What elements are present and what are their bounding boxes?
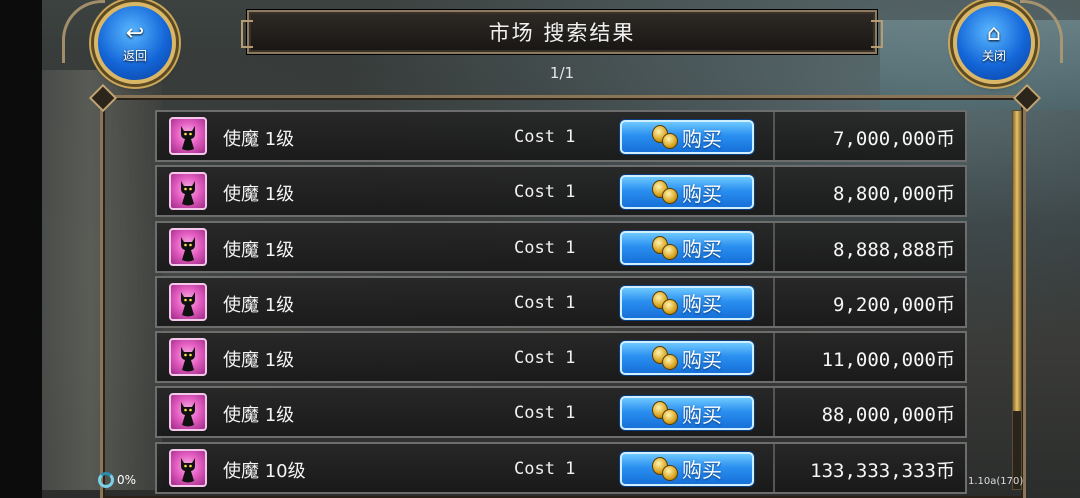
buy-button[interactable]: 购买 [620,285,754,320]
buy-button-label: 购买 [682,292,722,317]
buy-button[interactable]: 购买 [620,120,754,154]
item-cost: Cost 1 [514,182,576,203]
price-cell: 8,888,888币 [773,222,967,271]
scrollbar[interactable] [1012,110,1022,490]
item-name: 使魔 1级 [223,294,295,316]
item-name: 使魔 1级 [223,405,295,427]
buy-button[interactable]: 购买 [620,451,754,486]
buy-button-label: 购买 [682,126,722,151]
buy-button-label: 购买 [682,237,722,262]
market-row[interactable]: 使魔 1级 Cost 1 购买 11,000,000币 [155,331,967,384]
price-cell: 9,200,000币 [773,277,967,326]
market-row[interactable]: 使魔 1级 Cost 1 购买 8,800,000币 [155,165,967,218]
price-cell: 7,000,000币 [773,112,967,160]
item-name: 使魔 1级 [223,239,295,261]
buy-button[interactable]: 购买 [620,396,754,431]
item-cost: Cost 1 [514,292,576,313]
item-cost: Cost 1 [514,237,576,258]
back-button[interactable]: ↩ 返回 [94,2,176,84]
market-row[interactable]: 使魔 1级 Cost 1 购买 8,888,888币 [155,220,967,273]
item-cost: Cost 1 [514,458,576,479]
buy-button-label: 购买 [682,181,722,206]
title-bar: 市场 搜索结果 [241,10,883,54]
item-name: 使魔 1级 [223,129,295,150]
item-price: 7,000,000币 [833,128,955,150]
return-arrow-icon: ↩ [125,20,145,46]
market-row[interactable]: 使魔 1级 Cost 1 购买 9,200,000币 [155,275,967,328]
black-cat-icon[interactable] [169,172,207,211]
coin-icon [652,401,678,426]
black-cat-icon[interactable] [169,117,207,155]
item-price: 9,200,000币 [833,293,955,316]
black-cat-icon[interactable] [169,338,207,377]
coin-icon [652,235,678,260]
version-label: 1.10a(170) [968,476,1024,487]
market-row[interactable]: 使魔 10级 Cost 1 购买 133,333,333币 [155,441,967,494]
screen-edge [0,0,42,498]
item-cost: Cost 1 [514,127,576,147]
price-cell: 88,000,000币 [773,388,967,437]
coin-icon [652,456,678,481]
close-button-label: 关闭 [981,48,1006,63]
black-cat-icon[interactable] [169,393,207,432]
item-price: 133,333,333币 [810,459,955,482]
item-price: 11,000,000币 [821,349,955,372]
page-title: 市场 搜索结果 [488,21,636,45]
loading-spinner-icon [98,472,114,488]
loading-percent: 0% [117,473,137,487]
loading-indicator: 0% [98,472,136,488]
buy-button-label: 购买 [682,458,722,483]
item-name: 使魔 1级 [223,350,295,372]
market-row[interactable]: 使魔 1级 Cost 1 购买 7,000,000币 [155,110,967,162]
black-cat-icon[interactable] [169,448,207,487]
item-cost: Cost 1 [514,348,576,369]
buy-button-label: 购买 [682,402,722,427]
buy-button[interactable]: 购买 [620,341,754,376]
item-name: 使魔 1级 [223,184,295,206]
buy-button[interactable]: 购买 [620,230,754,265]
buy-button-label: 购买 [682,347,722,372]
scrollbar-thumb[interactable] [1013,111,1021,411]
price-cell: 133,333,333币 [773,443,967,492]
page-indicator: 1/1 [549,64,575,82]
home-icon: ⌂ [987,20,1001,46]
price-cell: 8,800,000币 [773,167,967,216]
item-name: 使魔 10级 [223,460,306,482]
item-price: 8,800,000币 [833,183,955,206]
coin-icon [652,290,678,315]
market-row[interactable]: 使魔 1级 Cost 1 购买 88,000,000币 [155,386,967,439]
coin-icon [652,346,678,371]
price-cell: 11,000,000币 [773,333,967,382]
item-cost: Cost 1 [514,403,576,424]
item-price: 8,888,888币 [833,238,955,261]
coin-icon [652,125,678,149]
close-button[interactable]: ⌂ 关闭 [953,2,1035,84]
back-button-label: 返回 [122,48,147,63]
black-cat-icon[interactable] [169,282,207,321]
item-price: 88,000,000币 [821,404,955,427]
coin-icon [652,180,678,205]
results-list: 使魔 1级 Cost 1 购买 7,000,000币 使魔 1级 Cost 1 … [155,110,967,497]
black-cat-icon[interactable] [169,227,207,266]
buy-button[interactable]: 购买 [620,175,754,210]
